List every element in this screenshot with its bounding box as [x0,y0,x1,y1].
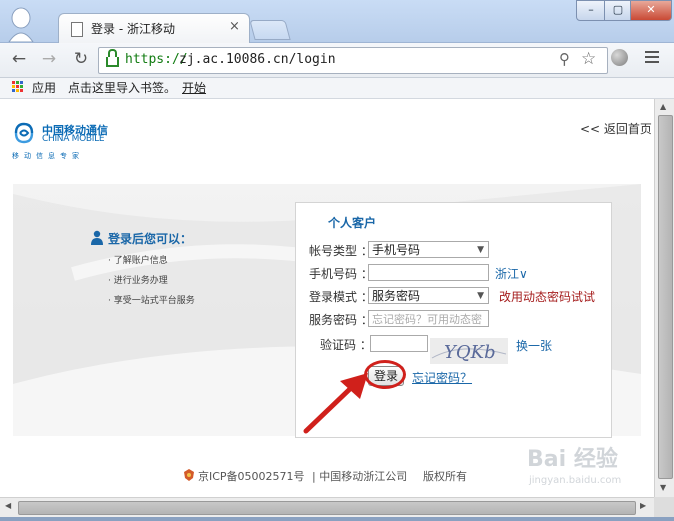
vertical-scroll-thumb[interactable] [658,115,673,479]
bookmarks-bar: 应用 点击这里导入书签。 开始 [0,78,674,99]
login-mode-value: 服务密码 [372,289,421,303]
benefits-list: · 了解账户信息 · 进行业务办理 · 享受一站式平台服务 [108,253,195,313]
person-icon [91,230,103,245]
password-input[interactable]: 忘记密码？可用动态密 [368,310,489,327]
menu-icon[interactable] [645,51,659,66]
zoom-icon[interactable]: ⚲ [559,50,570,68]
dropdown-arrow-icon: ▼ [477,291,484,301]
bookmark-apps[interactable]: 应用 [32,79,56,96]
close-window-button[interactable]: ✕ [630,0,672,21]
horizontal-scrollbar[interactable]: ◀ ▶ [0,497,654,518]
account-type-select[interactable]: 手机号码 ▼ [368,241,489,258]
bookmark-start[interactable]: 开始 [182,79,206,96]
scroll-right-icon[interactable]: ▶ [640,501,646,510]
reload-button[interactable]: ↻ [70,48,92,70]
scroll-up-icon[interactable]: ▲ [660,102,666,111]
china-mobile-mark-icon [14,122,34,144]
lock-icon [108,49,117,57]
watermark-url: jingyan.baidu.com [529,475,622,486]
scroll-left-icon[interactable]: ◀ [5,501,11,510]
login-mode-label: 登录模式 ： [309,290,373,304]
new-tab-button[interactable] [249,20,291,40]
benefit-item: · 进行业务办理 [108,276,168,286]
baidu-jingyan-watermark: Bai 经验 jingyan.baidu.com [507,437,647,495]
logo-english-name: CHINA MOBILE [42,134,105,144]
login-mode-select[interactable]: 服务密码 ▼ [368,287,489,304]
watermark-text: Bai 经验 [527,447,618,472]
tab-title: 登录 - 浙江移动 [91,22,175,36]
copyright-notice: 版权所有 [423,470,467,483]
apps-grid-icon[interactable] [12,81,24,93]
icp-license[interactable]: 京ICP备05002571号 [198,468,305,484]
forgot-password-link[interactable]: 忘记密码？ [412,369,472,386]
url-text: zj.ac.10086.cn/login [179,52,336,67]
maximize-button[interactable]: ▢ [604,0,632,21]
account-type-value: 手机号码 [372,243,421,257]
address-bar[interactable]: https:// zj.ac.10086.cn/login ⚲ ☆ [98,47,608,74]
logo-tagline: 移动信息专家 [12,152,84,160]
captcha-label: 验证码 ： [320,338,372,352]
title-bar: 登录 - 浙江移动 × – ▢ ✕ [0,0,674,44]
horizontal-scroll-thumb[interactable] [18,501,636,515]
vertical-scrollbar[interactable]: ▲ ▼ [654,99,674,497]
bookmark-import[interactable]: 点击这里导入书签。 [68,79,176,96]
tab-login[interactable]: 登录 - 浙江移动 × [58,13,250,44]
captcha-input[interactable] [370,335,428,352]
use-dynamic-password-link[interactable]: 改用动态密码试试 [499,288,595,305]
dropdown-arrow-icon: ▼ [477,245,484,255]
highlight-arrow [303,373,368,434]
scroll-down-icon[interactable]: ▼ [660,483,666,492]
password-label: 服务密码 ： [309,313,373,327]
forward-button[interactable]: → [38,48,60,70]
back-button[interactable]: ← [8,48,30,70]
benefits-title: 登录后您可以： [108,232,193,246]
phone-label: 手机号码 ： [309,267,373,281]
benefit-item: · 享受一站式平台服务 [108,296,195,306]
china-mobile-logo[interactable]: 中国移动通信 CHINA MOBILE 移动信息专家 [12,121,122,163]
captcha-image[interactable]: YQKb [430,338,508,364]
scrollbar-corner [654,497,674,517]
page-icon [71,22,83,37]
return-home-link[interactable]: << 返回首页 [580,120,652,137]
lock-body-icon [106,57,119,67]
profile-icon[interactable] [6,6,36,42]
refresh-captcha-link[interactable]: 换一张 [516,337,552,354]
minimize-button[interactable]: – [576,0,606,21]
benefit-item: · 了解账户信息 [108,256,168,266]
browser-toolbar: ← → ↻ https:// zj.ac.10086.cn/login ⚲ ☆ [0,43,674,78]
panel-title: 个人客户 [328,216,377,230]
window-bottom-border [0,517,674,521]
police-badge-icon [184,469,194,481]
company-name: | 中国移动浙江公司 [312,470,408,483]
phone-input[interactable] [368,264,489,281]
bookmark-star-icon[interactable]: ☆ [581,49,596,69]
close-tab-icon[interactable]: × [229,19,240,34]
extension-globe-icon[interactable] [611,49,628,66]
region-selector[interactable]: 浙江∨ [495,265,528,282]
page-content: 中国移动通信 CHINA MOBILE 移动信息专家 << 返回首页 登录后您可… [0,99,654,497]
account-type-label: 帐号类型 ： [309,244,373,258]
captcha-text: YQKb [444,342,496,363]
